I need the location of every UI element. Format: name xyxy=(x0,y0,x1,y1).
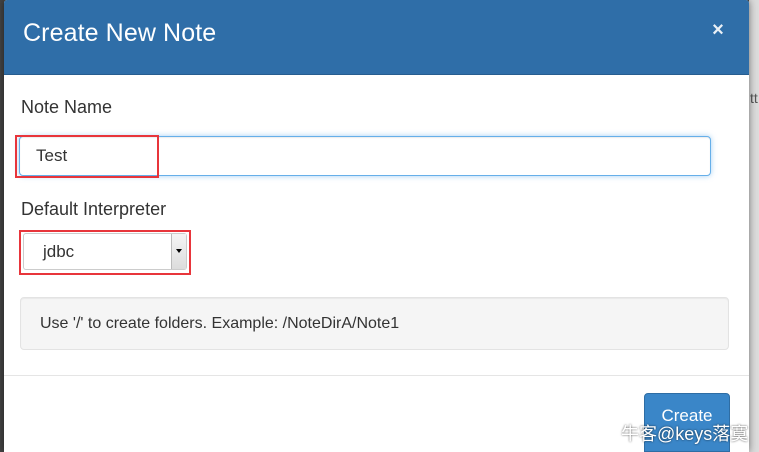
watermark: 牛客@keys落寞 xyxy=(593,420,748,446)
default-interpreter-label: Default Interpreter xyxy=(21,199,167,219)
close-icon[interactable]: × xyxy=(709,20,727,40)
create-note-dialog: Create New Note × Note Name Default Inte… xyxy=(4,0,749,452)
default-interpreter-select[interactable]: jdbc xyxy=(23,233,187,270)
interpreter-selected-value: jdbc xyxy=(43,242,75,261)
watermark-text: 牛客@keys落寞 xyxy=(621,424,749,444)
background-partial-text: tt xyxy=(750,90,758,106)
dialog-title: Create New Note xyxy=(23,19,217,47)
note-name-input[interactable] xyxy=(19,136,711,176)
background-page-edge xyxy=(749,0,759,452)
folder-help-well: Use '/' to create folders. Example: /Not… xyxy=(20,297,729,350)
folder-help-text: Use '/' to create folders. Example: /Not… xyxy=(40,315,400,332)
wechat-logo-icon xyxy=(593,429,615,441)
dialog-header: Create New Note × xyxy=(4,0,749,75)
caret-down-icon xyxy=(171,234,186,269)
footer-divider xyxy=(4,375,749,376)
note-name-label: Note Name xyxy=(21,97,113,117)
